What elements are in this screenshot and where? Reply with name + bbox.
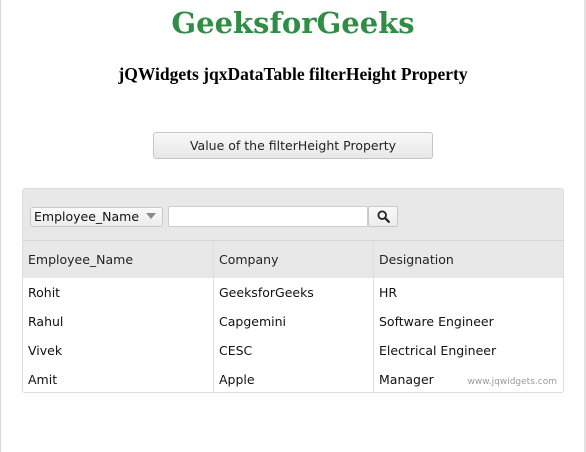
table-cell-company: Capgemini	[214, 307, 374, 336]
table-header-row: Employee_Name Company Designation	[23, 241, 563, 279]
table-cell-company: GeeksforGeeks	[214, 278, 374, 307]
table-cell-employee-name: Rahul	[23, 307, 214, 336]
table-row[interactable]: Rohit GeeksforGeeks HR	[23, 278, 563, 308]
filter-height-value-button[interactable]: Value of the filterHeight Property	[153, 132, 433, 159]
chevron-down-icon	[146, 213, 156, 219]
column-header-designation[interactable]: Designation	[374, 241, 563, 278]
table-cell-employee-name: Vivek	[23, 336, 214, 365]
column-header-company[interactable]: Company	[214, 241, 374, 278]
table-cell-designation: Electrical Engineer	[379, 343, 497, 358]
filter-bar: Employee_Name	[23, 189, 563, 241]
table-cell-employee-name: Rohit	[23, 278, 214, 307]
table-row[interactable]: Rahul Capgemini Software Engineer	[23, 307, 563, 337]
column-header-employee-name[interactable]: Employee_Name	[23, 241, 214, 278]
table-cell-designation: Software Engineer	[379, 314, 494, 329]
data-table: Employee_Name Employee_Name Company Desi…	[22, 188, 564, 393]
jqwidgets-watermark: www.jqwidgets.com	[467, 377, 557, 387]
table-cell-company: CESC	[214, 336, 374, 365]
page-subtitle: jQWidgets jqxDataTable filterHeight Prop…	[118, 64, 468, 84]
filter-column-selected: Employee_Name	[34, 209, 140, 224]
filter-column-dropdown[interactable]: Employee_Name	[30, 207, 163, 227]
table-cell-designation: HR	[379, 285, 398, 300]
table-cell-employee-name: Amit	[23, 365, 214, 392]
table-row[interactable]: Vivek CESC Electrical Engineer	[23, 336, 563, 366]
table-cell-company: Apple	[214, 365, 374, 392]
filter-search-input[interactable]	[168, 206, 368, 227]
brand-title: GeeksforGeeks	[171, 6, 415, 40]
search-icon	[377, 210, 390, 223]
filter-search-button[interactable]	[368, 206, 398, 227]
